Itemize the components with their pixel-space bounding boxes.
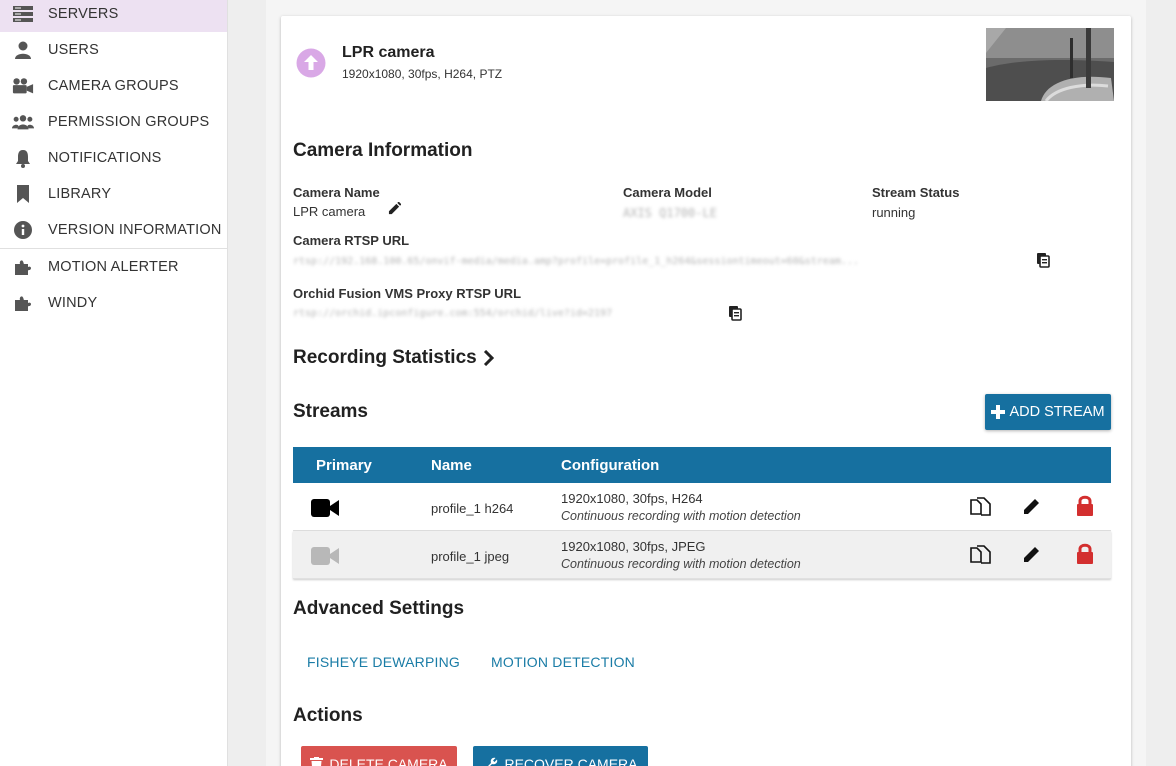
sidebar-item-label: PERMISSION GROUPS bbox=[48, 114, 210, 130]
streams-table-header: Primary Name Configuration bbox=[293, 447, 1111, 483]
sidebar-item-windy[interactable]: WINDY bbox=[0, 285, 227, 321]
sidebar-item-motion-alerter[interactable]: MOTION ALERTER bbox=[0, 249, 227, 285]
recording-statistics-heading: Recording Statistics bbox=[293, 347, 477, 368]
add-stream-button[interactable]: ADD STREAM bbox=[985, 394, 1111, 430]
sidebar-item-label: VERSION INFORMATION bbox=[48, 222, 222, 238]
column-primary: Primary bbox=[316, 457, 372, 474]
edit-stream-icon[interactable] bbox=[1023, 497, 1041, 520]
camera-groups-icon bbox=[12, 76, 34, 96]
sidebar-item-label: USERS bbox=[48, 42, 99, 58]
servers-icon bbox=[12, 4, 34, 24]
add-stream-label: ADD STREAM bbox=[1009, 404, 1105, 420]
rtsp-url-value: rtsp://192.168.100.65/onvif-media/media.… bbox=[293, 256, 859, 267]
plus-icon bbox=[991, 405, 1006, 419]
user-icon bbox=[12, 40, 34, 60]
proxy-url-value: rtsp://orchid.ipconfigure.com:554/orchid… bbox=[293, 308, 613, 319]
sidebar-item-notifications[interactable]: NOTIFICATIONS bbox=[0, 140, 227, 176]
camera-subtitle: 1920x1080, 30fps, H264, PTZ bbox=[342, 67, 503, 81]
duplicate-icon[interactable] bbox=[970, 545, 992, 570]
wrench-icon bbox=[483, 757, 498, 766]
camera-name-value: LPR camera bbox=[293, 204, 366, 219]
table-row[interactable]: profile_1 jpeg 1920x1080, 30fps, JPEG Co… bbox=[293, 531, 1111, 579]
sidebar-item-users[interactable]: USERS bbox=[0, 32, 227, 68]
sidebar-item-label: SERVERS bbox=[48, 6, 119, 22]
stream-status-value: running bbox=[872, 205, 916, 220]
lock-icon[interactable] bbox=[1076, 543, 1094, 570]
tab-fisheye-dewarping[interactable]: FISHEYE DEWARPING bbox=[307, 654, 460, 670]
chevron-right-icon bbox=[483, 350, 494, 366]
sidebar-item-library[interactable]: LIBRARY bbox=[0, 176, 227, 212]
sidebar-item-permission-groups[interactable]: PERMISSION GROUPS bbox=[0, 104, 227, 140]
edit-name-icon[interactable] bbox=[388, 201, 402, 220]
upload-circle-icon[interactable] bbox=[296, 48, 326, 83]
camera-thumbnail[interactable] bbox=[986, 28, 1114, 106]
table-row[interactable]: profile_1 h264 1920x1080, 30fps, H264 Co… bbox=[293, 483, 1111, 531]
column-name: Name bbox=[431, 457, 472, 474]
primary-video-icon[interactable] bbox=[311, 546, 339, 571]
edit-stream-icon[interactable] bbox=[1023, 545, 1041, 568]
stream-detail: Continuous recording with motion detecti… bbox=[561, 557, 801, 571]
recording-statistics-toggle[interactable]: Recording Statistics bbox=[293, 347, 494, 369]
streams-heading: Streams bbox=[293, 401, 368, 422]
proxy-url-label: Orchid Fusion VMS Proxy RTSP URL bbox=[293, 286, 522, 301]
sidebar-item-label: CAMERA GROUPS bbox=[48, 78, 179, 94]
delete-camera-label: DELETE CAMERA bbox=[329, 756, 448, 766]
users-group-icon bbox=[12, 112, 34, 132]
camera-information-heading: Camera Information bbox=[293, 140, 473, 161]
sidebar-item-version-information[interactable]: VERSION INFORMATION bbox=[0, 212, 227, 248]
duplicate-icon[interactable] bbox=[970, 497, 992, 522]
stream-config: 1920x1080, 30fps, H264 bbox=[561, 491, 703, 506]
rtsp-url-label: Camera RTSP URL bbox=[293, 233, 410, 248]
column-configuration: Configuration bbox=[561, 457, 660, 474]
delete-camera-button[interactable]: DELETE CAMERA bbox=[301, 746, 457, 766]
sidebar-item-label: LIBRARY bbox=[48, 186, 112, 202]
lock-icon[interactable] bbox=[1076, 495, 1094, 522]
bookmark-icon bbox=[12, 184, 34, 204]
puzzle-icon bbox=[12, 257, 34, 277]
stream-detail: Continuous recording with motion detecti… bbox=[561, 509, 801, 523]
camera-model-value: AXIS Q1700-LE bbox=[623, 206, 717, 220]
camera-card: LPR camera 1920x1080, 30fps, H264, PTZ C… bbox=[281, 16, 1131, 766]
stream-status-label: Stream Status bbox=[872, 185, 960, 200]
stream-name: profile_1 jpeg bbox=[431, 549, 510, 564]
trash-icon bbox=[310, 756, 324, 766]
sidebar-item-label: WINDY bbox=[48, 295, 98, 311]
stream-name: profile_1 h264 bbox=[431, 501, 514, 516]
recover-camera-label: RECOVER CAMERA bbox=[504, 756, 638, 766]
sidebar-item-camera-groups[interactable]: CAMERA GROUPS bbox=[0, 68, 227, 104]
info-icon bbox=[12, 220, 34, 240]
camera-name-label: Camera Name bbox=[293, 185, 380, 200]
sidebar-item-servers[interactable]: SERVERS bbox=[0, 0, 227, 32]
copy-proxy-icon[interactable] bbox=[729, 306, 742, 326]
sidebar-item-label: MOTION ALERTER bbox=[48, 259, 179, 275]
puzzle-icon bbox=[12, 293, 34, 313]
advanced-settings-heading: Advanced Settings bbox=[293, 598, 465, 619]
stream-config: 1920x1080, 30fps, JPEG bbox=[561, 539, 706, 554]
camera-title: LPR camera bbox=[342, 44, 435, 61]
bell-icon bbox=[12, 148, 34, 168]
tab-motion-detection[interactable]: MOTION DETECTION bbox=[491, 654, 635, 670]
sidebar-item-label: NOTIFICATIONS bbox=[48, 150, 162, 166]
camera-model-label: Camera Model bbox=[623, 185, 712, 200]
copy-rtsp-icon[interactable] bbox=[1037, 253, 1050, 273]
sidebar: SERVERS USERS CAMERA GROUPS PERMISSION G… bbox=[0, 0, 228, 766]
actions-heading: Actions bbox=[293, 705, 363, 726]
primary-video-icon[interactable] bbox=[311, 498, 339, 523]
recover-camera-button[interactable]: RECOVER CAMERA bbox=[473, 746, 648, 766]
